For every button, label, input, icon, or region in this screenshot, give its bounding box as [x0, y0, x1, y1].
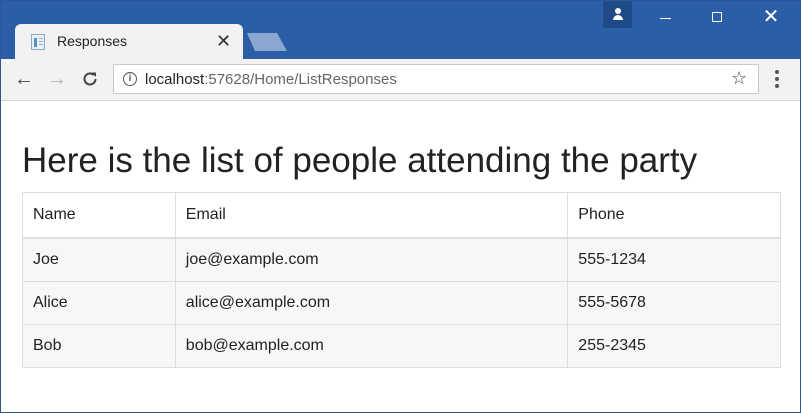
window-close-button[interactable]: ✕: [748, 1, 794, 33]
cell-name: Joe: [22, 237, 176, 282]
cell-phone: 255-2345: [567, 324, 781, 368]
tab-responses[interactable]: Responses ✕: [15, 24, 243, 59]
header-name: Name: [22, 192, 176, 239]
browser-toolbar: ← → i localhost:57628/Home/ListResponses…: [1, 59, 800, 101]
title-bar: Responses ✕ ✕: [1, 1, 800, 59]
page-document-icon: [31, 34, 45, 50]
cell-phone: 555-5678: [567, 281, 781, 325]
maximize-button[interactable]: [695, 1, 741, 33]
page-content: Here is the list of people attending the…: [1, 101, 800, 412]
back-arrow-icon[interactable]: ←: [13, 68, 35, 90]
url-host: localhost: [145, 71, 205, 88]
header-phone: Phone: [567, 192, 781, 239]
cell-email: alice@example.com: [174, 281, 569, 325]
table-row: Alice alice@example.com 555-5678: [22, 281, 781, 325]
minimize-button[interactable]: [643, 1, 689, 33]
cell-email: joe@example.com: [174, 237, 569, 282]
more-menu-icon[interactable]: [772, 68, 782, 90]
address-bar[interactable]: i localhost:57628/Home/ListResponses ☆: [113, 64, 759, 94]
url-text[interactable]: localhost:57628/Home/ListResponses: [145, 71, 397, 88]
cell-phone: 555-1234: [567, 237, 781, 282]
forward-arrow-icon[interactable]: →: [46, 68, 68, 90]
new-tab-button[interactable]: [247, 33, 287, 51]
header-email: Email: [174, 192, 569, 239]
browser-window: Responses ✕ ✕ ← → i localhost:57628/Home…: [0, 0, 801, 413]
tab-close-icon[interactable]: ✕: [216, 31, 231, 52]
page-title: Here is the list of people attending the…: [22, 141, 698, 180]
cell-name: Alice: [22, 281, 176, 325]
reload-icon[interactable]: [79, 68, 101, 90]
responses-table: Name Email Phone Joe joe@example.com 555…: [22, 192, 781, 368]
cell-name: Bob: [22, 324, 176, 368]
table-header-row: Name Email Phone: [22, 192, 781, 239]
url-path: :57628/Home/ListResponses: [204, 71, 397, 88]
tab-title: Responses: [57, 33, 128, 49]
cell-email: bob@example.com: [174, 324, 569, 368]
bookmark-star-icon[interactable]: ☆: [731, 68, 747, 89]
site-info-icon[interactable]: i: [123, 72, 137, 86]
table-row: Joe joe@example.com 555-1234: [22, 237, 781, 282]
table-row: Bob bob@example.com 255-2345: [22, 324, 781, 368]
profile-icon[interactable]: [603, 1, 632, 28]
